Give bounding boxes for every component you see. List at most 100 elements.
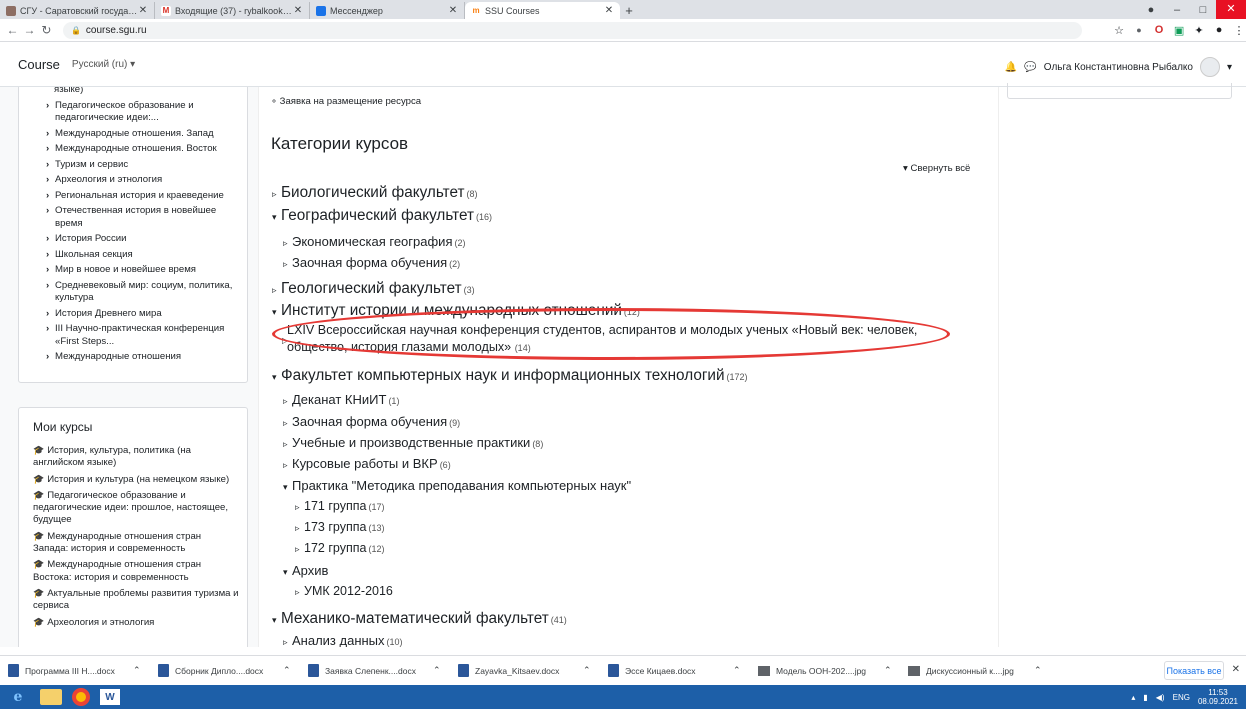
sidebar-category-item[interactable]: › Школьная секция <box>19 249 247 262</box>
sidebar-category-item[interactable]: › Мир в новое и новейшее время <box>19 264 247 277</box>
sidebar-category-item[interactable]: › История России <box>19 233 247 246</box>
browser-tab-gmail[interactable]: M Входящие (37) - rybalkook@gm ✕ <box>155 2 310 19</box>
my-course-item[interactable]: 🎓 Археология и этнология <box>19 616 247 629</box>
close-tab-icon[interactable]: ✕ <box>293 5 303 16</box>
graduation-cap-icon: 🎓 <box>33 473 45 484</box>
category-link[interactable]: ▹ Экономическая география (2) <box>283 234 466 249</box>
category-link[interactable]: ▾ Практика "Методика преподавания компьют… <box>283 478 633 493</box>
user-menu[interactable]: 🔔 💬 Ольга Константиновна Рыбалко ▾ <box>1005 57 1232 77</box>
sidebar-category-item[interactable]: › Региональная история и краеведение <box>19 190 247 203</box>
puzzle-icon[interactable]: ✦ <box>1192 24 1206 37</box>
address-bar[interactable]: 🔒 course.sgu.ru <box>62 21 1083 39</box>
sidebar-category-item[interactable]: › Педагогическое образование и педагогиче… <box>19 100 247 125</box>
minimize-icon[interactable]: – <box>1164 4 1190 16</box>
category-link[interactable]: ▹ Учебные и производственные практики (8) <box>283 435 543 450</box>
resource-request-link[interactable]: ∘ Заявка на размещение ресурса <box>271 96 421 107</box>
chevron-up-icon[interactable]: ⌃ <box>1034 665 1042 676</box>
network-icon[interactable]: ▮ <box>1143 693 1147 702</box>
my-course-item[interactable]: 🎓 История и культура (на немецком языке) <box>19 473 247 486</box>
chevron-up-icon[interactable]: ⌃ <box>884 665 892 676</box>
tray-chevron-icon[interactable]: ▴ <box>1131 693 1135 702</box>
chevron-up-icon[interactable]: ⌃ <box>733 665 741 676</box>
category-link[interactable]: ▾ Факультет компьютерных наук и информаци… <box>272 367 748 385</box>
category-link[interactable]: ▹ Заочная форма обучения (2) <box>283 255 460 270</box>
extension-dot-icon[interactable]: ● <box>1132 25 1146 35</box>
word-icon[interactable]: W <box>100 689 120 705</box>
sidebar-category-item[interactable]: › История Древнего мира <box>19 308 247 321</box>
sidebar-category-item[interactable]: языке) <box>19 87 247 97</box>
sidebar-category-item[interactable]: › Археология и этнология <box>19 174 247 187</box>
category-link[interactable]: ▹ Геологический факультет (3) <box>272 280 475 298</box>
download-item[interactable]: Программа III Н....docx ⌃ <box>8 664 158 677</box>
kebab-menu-icon[interactable]: ⋮ <box>1232 24 1246 37</box>
category-count: (9) <box>449 418 461 428</box>
sidebar-category-item[interactable]: › Отечественная история в новейшее время <box>19 205 247 230</box>
category-link[interactable]: ▹ Курсовые работы и ВКР (6) <box>283 456 451 471</box>
sidebar-category-item[interactable]: › Средневековый мир: социум, политика, ку… <box>19 280 247 305</box>
close-tab-icon[interactable]: ✕ <box>604 5 614 16</box>
category-link[interactable]: ▹ 172 группа (12) <box>295 541 384 555</box>
close-tab-icon[interactable]: ✕ <box>138 5 148 16</box>
chat-icon[interactable]: 💬 <box>1024 62 1036 73</box>
reload-icon[interactable]: ↻ <box>38 23 55 37</box>
sidebar-category-item[interactable]: › Международные отношения. Запад <box>19 128 247 141</box>
site-brand[interactable]: Course <box>18 57 60 72</box>
browser-tab-messenger[interactable]: Мессенджер ✕ <box>310 2 465 19</box>
star-icon[interactable]: ☆ <box>1112 24 1126 37</box>
sidebar-category-item[interactable]: › III Научно-практическая конференция «Fi… <box>19 323 247 348</box>
category-link[interactable]: ▹ Заочная форма обучения (9) <box>283 414 460 429</box>
clock[interactable]: 11:53 08.09.2021 <box>1198 688 1238 706</box>
opera-extension-icon[interactable]: O <box>1152 24 1166 36</box>
bell-icon[interactable]: 🔔 <box>1005 62 1017 73</box>
my-course-item[interactable]: 🎓 Международные отношения стран Запада: и… <box>19 530 247 556</box>
close-downloads-icon[interactable]: ✕ <box>1232 664 1240 675</box>
my-course-item[interactable]: 🎓 История, культура, политика (на английс… <box>19 444 247 470</box>
forward-arrow-icon[interactable]: → <box>21 23 38 37</box>
chevron-up-icon[interactable]: ⌃ <box>583 665 591 676</box>
language-selector[interactable]: Русский (ru) ▾ <box>72 59 135 70</box>
category-link[interactable]: ▹ Анализ данных (10) <box>283 633 403 647</box>
profile-icon[interactable]: ● <box>1138 4 1164 16</box>
my-course-item[interactable]: 🎓 Актуальные проблемы развития туризма и … <box>19 587 247 613</box>
new-tab-icon[interactable]: + <box>620 2 638 19</box>
download-item[interactable]: Сборник Дипло....docx ⌃ <box>158 664 308 677</box>
download-item[interactable]: Дискуссионный к....jpg ⌃ <box>908 664 1058 677</box>
browser-tab-sgu[interactable]: СГУ - Саратовский государственн ✕ <box>0 2 155 19</box>
category-link[interactable]: ▹ Биологический факультет (8) <box>272 184 477 202</box>
chevron-up-icon[interactable]: ⌃ <box>133 665 141 676</box>
category-link[interactable]: ▾ Географический факультет (16) <box>272 207 492 225</box>
download-item[interactable]: Zayavka_Kitsaev.docx ⌃ <box>458 664 608 677</box>
input-language[interactable]: ENG <box>1173 693 1190 702</box>
sidebar-category-item[interactable]: › Международные отношения <box>19 351 247 364</box>
category-link[interactable]: ▹ 173 группа (13) <box>295 520 384 534</box>
file-explorer-icon[interactable] <box>40 689 62 705</box>
category-link[interactable]: ▾ Архив <box>283 563 330 578</box>
maximize-icon[interactable]: □ <box>1190 4 1216 16</box>
sidebar-category-item[interactable]: › Международные отношения. Восток <box>19 143 247 156</box>
category-link[interactable]: ▾ Механико-математический факультет (41) <box>272 610 567 628</box>
category-link[interactable]: ▹ УМК 2012-2016 <box>295 584 395 598</box>
category-name: 173 группа <box>304 520 367 534</box>
download-item[interactable]: Заявка Слепенк....docx ⌃ <box>308 664 458 677</box>
download-item[interactable]: Модель ООН-202....jpg ⌃ <box>758 664 908 677</box>
account-icon[interactable]: ● <box>1212 24 1226 36</box>
volume-icon[interactable]: ◀) <box>1156 693 1165 702</box>
category-link[interactable]: ▹ 171 группа (17) <box>295 499 384 513</box>
chevron-up-icon[interactable]: ⌃ <box>433 665 441 676</box>
internet-explorer-icon[interactable]: e <box>4 687 32 707</box>
show-all-downloads-button[interactable]: Показать все <box>1164 661 1224 680</box>
my-course-item[interactable]: 🎓 Педагогическое образование и педагогиче… <box>19 489 247 527</box>
close-tab-icon[interactable]: ✕ <box>448 5 458 16</box>
chrome-icon[interactable] <box>72 688 90 706</box>
close-window-icon[interactable]: ✕ <box>1216 0 1246 19</box>
download-item[interactable]: Эссе Кицаев.docx ⌃ <box>608 664 758 677</box>
sheets-extension-icon[interactable]: ▣ <box>1172 24 1186 37</box>
back-arrow-icon[interactable]: ← <box>4 23 21 37</box>
url-text: course.sgu.ru <box>85 24 147 36</box>
my-course-item[interactable]: 🎓 Международные отношения стран Востока: … <box>19 558 247 584</box>
sidebar-category-item[interactable]: › Туризм и сервис <box>19 159 247 172</box>
category-link[interactable]: ▹ Деканат КНиИТ (1) <box>283 392 399 407</box>
collapse-all-link[interactable]: ▾ Свернуть всё <box>903 163 970 174</box>
browser-tab-ssu-courses[interactable]: m SSU Courses ✕ <box>465 2 620 19</box>
chevron-up-icon[interactable]: ⌃ <box>283 665 291 676</box>
